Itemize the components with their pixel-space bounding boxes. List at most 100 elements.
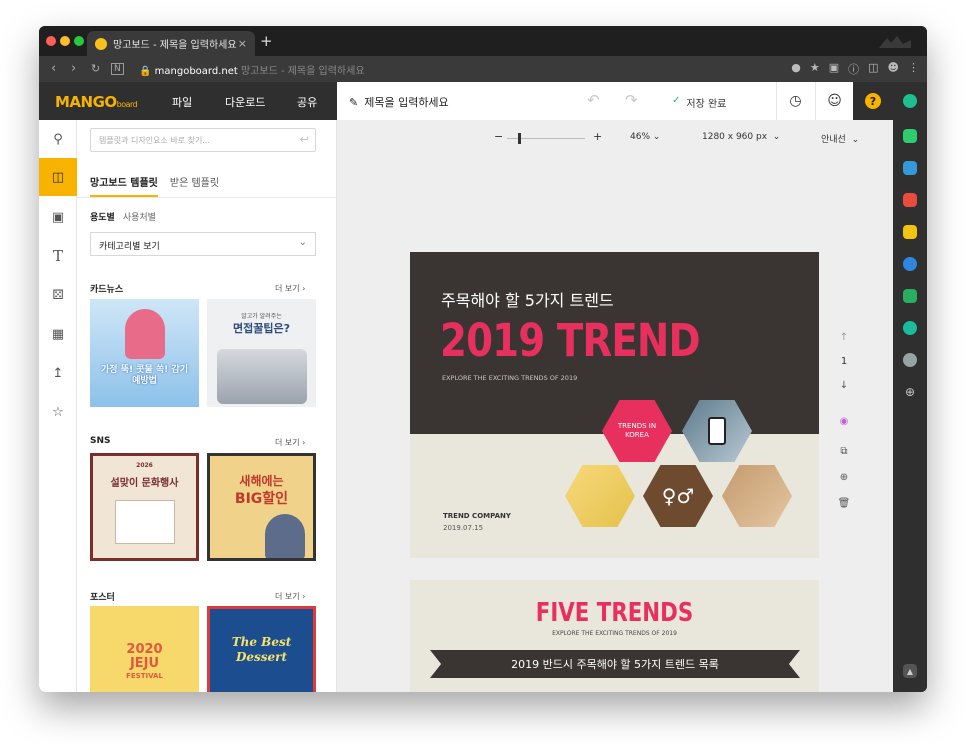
ext-avatar-icon[interactable] <box>903 353 917 367</box>
thumb-text: BIG할인 <box>234 491 289 507</box>
more-button-cardnews[interactable]: 더 보기 › <box>275 283 305 294</box>
page2-title[interactable]: FIVE TRENDS <box>447 598 782 628</box>
profile-icon[interactable]: ☻ <box>888 61 899 77</box>
page2-subtitle[interactable]: EXPLORE THE EXCITING TRENDS OF 2019 <box>410 630 819 637</box>
design-page-1[interactable]: 주목해야 할 5가지 트렌드 2019 TREND EXPLORE THE EX… <box>410 252 819 558</box>
delete-page-icon[interactable]: 🗑 <box>837 498 851 509</box>
template-tool-icon[interactable]: ◫ <box>39 158 77 196</box>
page1-subtitle[interactable]: EXPLORE THE EXCITING TRENDS OF 2019 <box>442 374 577 382</box>
template-thumb-cold[interactable]: 가정 뚝! 콧물 쏙! 감기예방법 <box>90 299 199 407</box>
ext-edge-icon[interactable] <box>903 257 917 271</box>
forward-icon[interactable]: › <box>71 61 76 76</box>
page-down-icon[interactable]: ↓ <box>837 380 851 391</box>
more-button-poster[interactable]: 더 보기 › <box>275 591 305 602</box>
save-status: ✓ 저장 완료 <box>672 95 726 110</box>
history-button[interactable]: ◷ <box>776 82 814 120</box>
template-thumb-interview[interactable]: 알고가 알려주는 면접꿀팁은? <box>207 299 316 407</box>
template-thumb-jeju[interactable]: 2020 JEJU FESTIVAL <box>90 606 199 692</box>
favorite-tool-icon[interactable]: ☆ <box>39 393 77 431</box>
hexagon-person-photo[interactable] <box>565 465 635 527</box>
page1-korean-title[interactable]: 주목해야 할 5가지 트렌드 <box>441 287 614 311</box>
reload-icon[interactable]: ↻ <box>91 62 100 75</box>
zoom-slider-handle[interactable] <box>518 133 521 144</box>
ext-pocket-icon[interactable] <box>903 193 917 207</box>
screenshot-icon[interactable]: ▣ <box>829 61 839 77</box>
page-up-icon[interactable]: ↑ <box>837 332 851 343</box>
upload-tool-icon[interactable]: ↥ <box>39 354 77 392</box>
color-palette-icon[interactable]: ◉ <box>837 416 851 427</box>
ext-add-icon[interactable]: ⊕ <box>903 385 917 399</box>
more-button-sns[interactable]: 더 보기 › <box>275 437 305 448</box>
ext-pin-icon[interactable]: ▲ <box>903 664 917 678</box>
menu-dots-icon[interactable]: ⋮ <box>908 61 919 77</box>
close-window-button[interactable] <box>46 36 56 46</box>
ext-note-icon[interactable] <box>903 289 917 303</box>
url-field[interactable]: 🔒 mangoboard.net 망고보드 - 제목을 입력하세요 <box>139 62 365 77</box>
help-button[interactable]: ? <box>853 82 893 120</box>
zoom-out-button[interactable]: − <box>494 130 503 143</box>
menu-download[interactable]: 다운로드 <box>225 94 265 110</box>
enter-icon[interactable]: ↩ <box>300 133 309 146</box>
guides-toggle[interactable]: 안내선 ⌄ <box>821 132 859 145</box>
thumb-text: FESTIVAL <box>126 672 163 680</box>
template-search-input[interactable]: 템플릿과 디자인요소 바로 찾기... ↩ <box>90 128 316 152</box>
document-title[interactable]: ✎ 제목을 입력하세요 <box>349 94 449 110</box>
new-tab-button[interactable]: + <box>260 32 273 50</box>
design-page-2[interactable]: FIVE TRENDS EXPLORE THE EXCITING TRENDS … <box>410 580 819 692</box>
back-icon[interactable]: ‹ <box>51 61 56 76</box>
account-button[interactable]: ☺ <box>815 82 853 120</box>
thumb-text: 2026 <box>136 462 153 469</box>
history-icon: ◷ <box>789 93 802 109</box>
panel-divider <box>77 197 336 198</box>
canvas-size[interactable]: 1280 x 960 px ⌄ <box>702 132 780 142</box>
template-thumb-dessert[interactable]: The Best Dessert <box>207 606 316 692</box>
zoom-slider[interactable] <box>507 133 585 144</box>
panel-tabs: 망고보드 템플릿 받은 템플릿 <box>90 174 219 197</box>
star-icon[interactable]: ★ <box>810 61 820 77</box>
thumb-text: 가정 뚝! 콧물 쏙! 감기예방법 <box>101 365 188 386</box>
ext-calendar-icon[interactable] <box>903 161 917 175</box>
page2-ribbon[interactable]: 2019 반드시 주목해야 할 5가지 트렌드 목록 <box>430 650 800 678</box>
subtab-by-purpose[interactable]: 용도별 <box>90 210 115 223</box>
category-select[interactable]: 카테고리별 보기 ⌄ <box>90 232 316 256</box>
tab-received-templates[interactable]: 받은 템플릿 <box>170 174 219 197</box>
hexagon-restroom-sign[interactable]: ♀♂ <box>643 465 713 527</box>
sidebar-icon[interactable]: ◫ <box>868 61 878 77</box>
category-select-value: 카테고리별 보기 <box>99 242 160 252</box>
add-page-icon[interactable]: ⊕ <box>837 472 851 483</box>
info-icon[interactable]: ⓘ <box>848 61 859 77</box>
element-tool-icon[interactable]: ⚄ <box>39 276 77 314</box>
shield-icon[interactable]: ● <box>791 61 801 77</box>
page1-date[interactable]: 2019.07.15 <box>443 524 483 532</box>
zoom-in-button[interactable]: + <box>593 130 602 143</box>
tab-mangoboard-templates[interactable]: 망고보드 템플릿 <box>90 174 158 197</box>
ext-favorite-icon[interactable] <box>903 225 917 239</box>
subtab-by-place[interactable]: 사용처별 <box>123 210 156 223</box>
mangoboard-logo[interactable]: MANGOboard <box>55 93 138 111</box>
ext-play-icon[interactable] <box>903 321 917 335</box>
redo-icon[interactable]: ↷ <box>625 91 638 109</box>
page1-big-title[interactable]: 2019 TREND <box>440 314 701 367</box>
image-tool-icon[interactable]: ▣ <box>39 198 77 236</box>
ext-notification-icon[interactable] <box>903 129 917 143</box>
menu-share[interactable]: 공유 <box>297 94 317 110</box>
check-icon: ✓ <box>672 95 681 106</box>
url-page-title: 망고보드 - 제목을 입력하세요 <box>240 66 365 77</box>
minimize-window-button[interactable] <box>60 36 70 46</box>
template-thumb-sale[interactable]: 새해에는 BIG할인 <box>207 453 316 561</box>
page1-company[interactable]: TREND COMPANY <box>443 512 511 520</box>
extension-n-icon[interactable]: N <box>111 63 124 75</box>
duplicate-page-icon[interactable]: ⧉ <box>837 446 851 457</box>
chart-tool-icon[interactable]: ▦ <box>39 315 77 353</box>
maximize-window-button[interactable] <box>74 36 84 46</box>
ext-whale-icon[interactable] <box>903 94 917 108</box>
undo-icon[interactable]: ↶ <box>587 91 600 109</box>
template-thumb-newyear[interactable]: 2026 설맞이 문화행사 <box>90 453 199 561</box>
search-tool-icon[interactable]: ⚲ <box>39 120 77 158</box>
hexagon-family-sign[interactable] <box>722 465 792 527</box>
zoom-level[interactable]: 46% ⌄ <box>630 132 660 142</box>
tab-close-icon[interactable]: × <box>238 37 247 50</box>
browser-tab[interactable]: 망고보드 - 제목을 입력하세요 × <box>87 31 255 56</box>
menu-file[interactable]: 파일 <box>172 94 192 110</box>
text-tool-icon[interactable]: T <box>39 237 77 275</box>
